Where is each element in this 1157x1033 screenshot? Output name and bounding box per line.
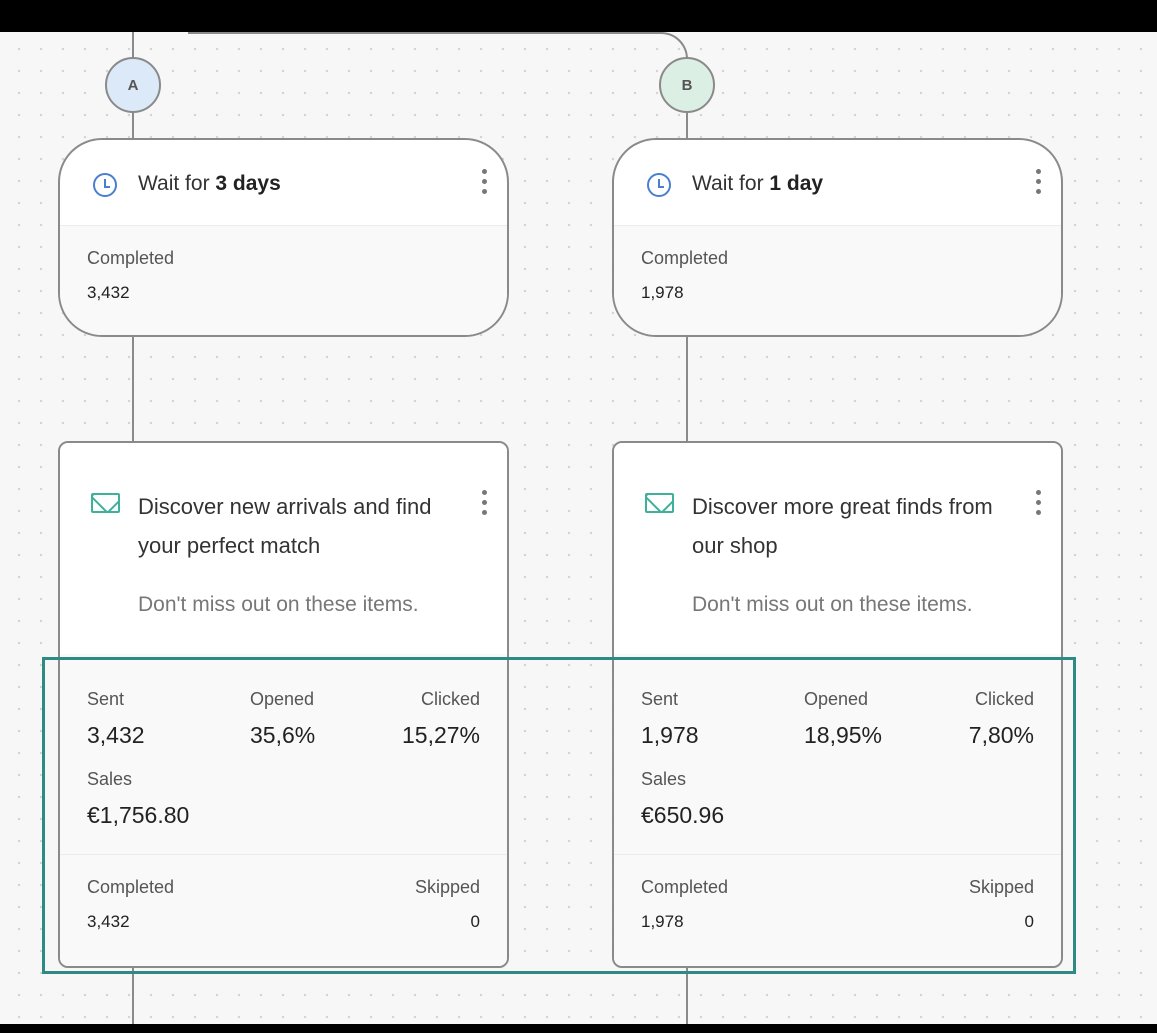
email-footer: Completed 3,432 Skipped 0 [60, 855, 507, 966]
wait-title: Wait for 3 days [138, 172, 281, 195]
wait-node-header: Wait for 1 day [614, 140, 1061, 226]
sales-label: Sales [87, 769, 133, 789]
clicked-label: Clicked [420, 689, 480, 709]
wait-node-a[interactable]: Wait for 3 days Completed 3,432 [58, 138, 509, 337]
sales-label: Sales [641, 769, 687, 789]
skipped-value: 0 [470, 912, 480, 931]
wait-duration: 1 day [769, 172, 824, 195]
branch-b-badge[interactable]: B [659, 57, 715, 113]
more-options-icon[interactable] [1035, 490, 1041, 518]
mail-icon [645, 493, 674, 513]
wait-node-stats: Completed 1,978 [614, 226, 1061, 335]
connector-line [686, 112, 688, 139]
branch-a-badge[interactable]: A [105, 57, 161, 113]
email-subject: Discover new arrivals and find your perf… [138, 494, 432, 558]
connector-line [686, 336, 688, 442]
completed-value: 1,978 [641, 283, 684, 302]
sent-label: Sent [641, 689, 679, 709]
sales-value: €1,756.80 [87, 802, 190, 828]
skipped-label: Skipped [414, 877, 480, 897]
sent-value: 3,432 [87, 722, 145, 748]
skipped-label: Skipped [968, 877, 1034, 897]
more-options-icon[interactable] [481, 169, 487, 197]
workflow-canvas[interactable]: A B Wait for 3 days Completed 3,432 Wait… [0, 32, 1157, 1024]
wait-title: Wait for 1 day [692, 172, 824, 195]
clock-icon [93, 173, 117, 197]
email-footer: Completed 1,978 Skipped 0 [614, 855, 1061, 966]
email-node-header: Discover more great finds from our shop … [614, 443, 1061, 654]
completed-label: Completed [641, 877, 729, 897]
email-subject: Discover more great finds from our shop [692, 494, 993, 558]
skipped-value: 0 [1024, 912, 1034, 931]
sent-label: Sent [87, 689, 125, 709]
more-options-icon[interactable] [481, 490, 487, 518]
email-preheader: Don't miss out on these items. [138, 593, 419, 616]
opened-label: Opened [250, 689, 315, 709]
completed-label: Completed [87, 877, 175, 897]
wait-node-b[interactable]: Wait for 1 day Completed 1,978 [612, 138, 1063, 337]
opened-value: 18,95% [804, 722, 883, 748]
connector-line [132, 32, 134, 58]
email-node-a[interactable]: Discover new arrivals and find your perf… [58, 441, 509, 968]
email-preheader: Don't miss out on these items. [692, 593, 973, 616]
connector-line [132, 112, 134, 139]
connector-line [686, 967, 688, 1024]
opened-label: Opened [804, 689, 869, 709]
sales-value: €650.96 [641, 802, 725, 828]
email-node-b[interactable]: Discover more great finds from our shop … [612, 441, 1063, 968]
more-options-icon[interactable] [1035, 169, 1041, 197]
email-stats: Sent 1,978 Opened 18,95% Clicked 7,80% S… [614, 654, 1061, 855]
completed-value: 1,978 [641, 912, 684, 931]
sent-value: 1,978 [641, 722, 699, 748]
email-node-header: Discover new arrivals and find your perf… [60, 443, 507, 654]
completed-value: 3,432 [87, 283, 130, 302]
connector-line [132, 967, 134, 1024]
completed-label: Completed [641, 248, 729, 268]
wait-node-header: Wait for 3 days [60, 140, 507, 226]
email-stats: Sent 3,432 Opened 35,6% Clicked 15,27% S… [60, 654, 507, 855]
connector-line [132, 336, 134, 442]
clock-icon [647, 173, 671, 197]
connector-line [188, 32, 648, 34]
mail-icon [91, 493, 120, 513]
clicked-label: Clicked [974, 689, 1034, 709]
completed-value: 3,432 [87, 912, 130, 931]
completed-label: Completed [87, 248, 175, 268]
connector-line [612, 32, 688, 59]
clicked-value: 7,80% [968, 722, 1034, 748]
clicked-value: 15,27% [401, 722, 480, 748]
opened-value: 35,6% [250, 722, 316, 748]
wait-node-stats: Completed 3,432 [60, 226, 507, 335]
wait-duration: 3 days [215, 172, 281, 195]
